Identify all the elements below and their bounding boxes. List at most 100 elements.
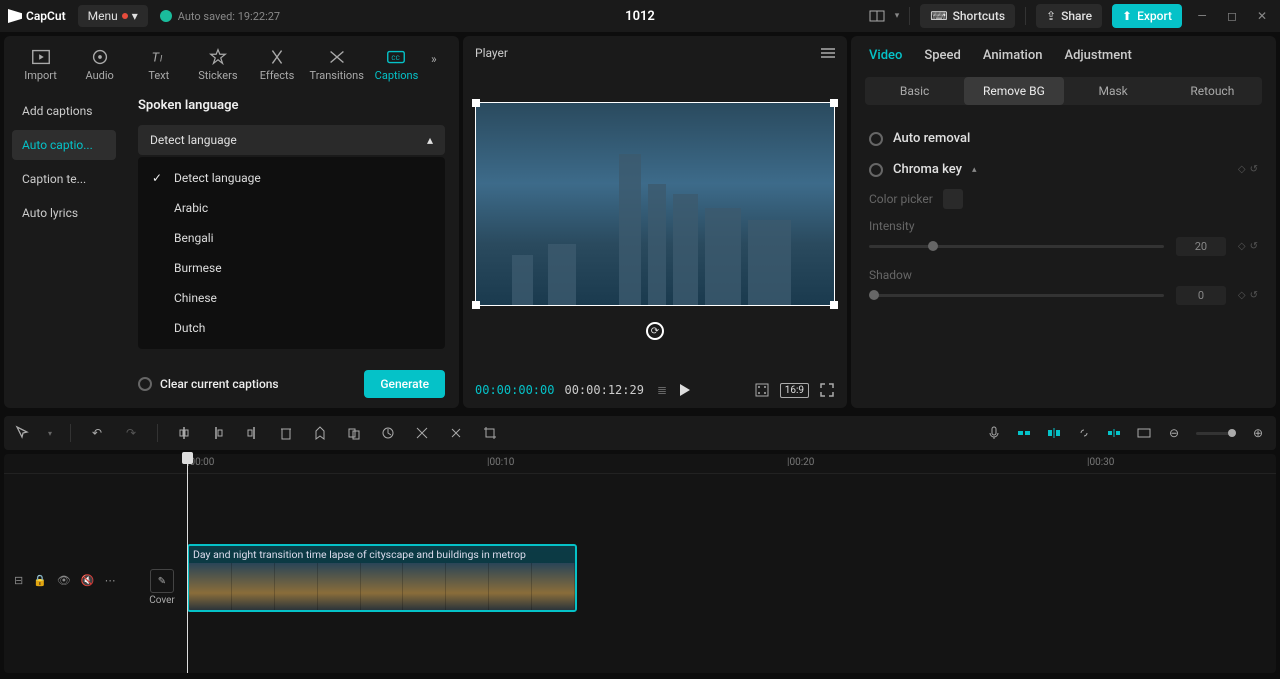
language-option[interactable]: Arabic xyxy=(138,193,445,223)
app-logo: CapCut xyxy=(8,9,66,23)
tab-speed[interactable]: Speed xyxy=(924,48,960,63)
subtab-mask[interactable]: Mask xyxy=(1064,77,1163,105)
cover-button[interactable]: ✎ Cover xyxy=(144,569,180,606)
zoom-slider[interactable] xyxy=(1196,432,1236,435)
play-button[interactable] xyxy=(680,384,690,396)
tab-transitions[interactable]: Transitions xyxy=(308,42,366,88)
sidebar-item-caption-templates[interactable]: Caption te... xyxy=(12,164,116,194)
sidebar-item-auto-captions[interactable]: Auto captio... xyxy=(12,130,116,160)
reset-icon[interactable]: ↺ xyxy=(1250,241,1258,252)
resize-handle[interactable] xyxy=(472,99,480,107)
rotate-handle[interactable]: ⟳ xyxy=(646,322,664,340)
clear-captions-checkbox[interactable]: Clear current captions xyxy=(138,377,279,391)
tab-captions[interactable]: CCCaptions xyxy=(368,42,425,88)
undo-icon[interactable]: ↶ xyxy=(89,425,105,441)
export-button[interactable]: ⬆ Export xyxy=(1112,4,1182,28)
reset-icon[interactable]: ↺ xyxy=(1250,290,1258,301)
main-track-magnet-icon[interactable] xyxy=(1016,425,1032,441)
language-option[interactable]: Dutch xyxy=(138,313,445,343)
chroma-key-toggle[interactable]: Chroma key ▴ ◇ ↺ xyxy=(869,154,1258,185)
redo-icon[interactable]: ↷ xyxy=(123,425,139,441)
timeline[interactable]: |00:00 |00:10 |00:20 |00:30 ⊟ 🔒 👁 🔇 ⋯ ✎ … xyxy=(4,454,1276,673)
mirror-icon[interactable] xyxy=(414,425,430,441)
minimize-button[interactable]: — xyxy=(1192,6,1212,26)
language-option[interactable]: Chinese xyxy=(138,283,445,313)
list-icon[interactable]: ≣ xyxy=(654,382,670,398)
maximize-button[interactable]: ◻ xyxy=(1222,6,1242,26)
tab-animation[interactable]: Animation xyxy=(983,48,1043,63)
chevron-down-icon[interactable]: ▾ xyxy=(895,11,900,21)
effects-icon xyxy=(266,48,288,66)
subtab-retouch[interactable]: Retouch xyxy=(1163,77,1262,105)
video-clip[interactable]: Day and night transition time lapse of c… xyxy=(187,544,577,612)
delete-left-icon[interactable] xyxy=(210,425,226,441)
generate-button[interactable]: Generate xyxy=(364,370,445,398)
timeline-ruler[interactable]: |00:00 |00:10 |00:20 |00:30 xyxy=(4,454,1276,474)
more-icon[interactable]: ⋯ xyxy=(105,574,116,587)
share-button[interactable]: ⇪ Share xyxy=(1036,4,1102,28)
reset-icon[interactable]: ↺ xyxy=(1250,164,1258,175)
tab-text[interactable]: TIText xyxy=(130,42,187,88)
rotate-icon[interactable] xyxy=(448,425,464,441)
selection-tool-icon[interactable] xyxy=(14,425,30,441)
zoom-out-icon[interactable]: ⊖ xyxy=(1166,425,1182,441)
fullscreen-icon[interactable] xyxy=(819,382,835,398)
language-dropdown[interactable]: Detect language ▴ xyxy=(138,125,445,155)
collapse-track-icon[interactable]: ⊟ xyxy=(14,574,23,587)
record-audio-icon[interactable] xyxy=(986,425,1002,441)
playhead[interactable] xyxy=(187,454,188,673)
auto-snap-icon[interactable] xyxy=(1046,425,1062,441)
subtab-removebg[interactable]: Remove BG xyxy=(964,77,1063,105)
resize-handle[interactable] xyxy=(830,99,838,107)
expand-tabs-button[interactable]: » xyxy=(427,42,451,76)
eye-icon[interactable]: 👁 xyxy=(57,574,71,587)
intensity-value[interactable]: 20 xyxy=(1176,237,1226,256)
delete-right-icon[interactable] xyxy=(244,425,260,441)
reverse-icon[interactable] xyxy=(380,425,396,441)
language-option[interactable]: Detect language xyxy=(138,163,445,193)
marker-icon[interactable] xyxy=(312,425,328,441)
sidebar-item-add-captions[interactable]: Add captions xyxy=(12,96,116,126)
freeze-icon[interactable] xyxy=(346,425,362,441)
tab-stickers[interactable]: Stickers xyxy=(189,42,246,88)
tab-video[interactable]: Video xyxy=(869,48,902,63)
tab-import[interactable]: Import xyxy=(12,42,69,88)
subtab-basic[interactable]: Basic xyxy=(865,77,964,105)
tab-adjustment[interactable]: Adjustment xyxy=(1064,48,1131,63)
lock-icon[interactable]: 🔒 xyxy=(33,574,47,587)
chevron-down-icon[interactable]: ▾ xyxy=(48,429,52,438)
shortcuts-button[interactable]: ⌨ Shortcuts xyxy=(920,4,1015,28)
color-picker-row[interactable]: Color picker xyxy=(869,185,1258,219)
player-canvas[interactable] xyxy=(475,102,835,306)
keyframe-icon[interactable]: ◇ xyxy=(1238,290,1246,301)
mute-icon[interactable]: 🔇 xyxy=(81,574,95,587)
zoom-in-icon[interactable]: ⊕ xyxy=(1250,425,1266,441)
aspect-ratio-button[interactable]: 16:9 xyxy=(780,383,809,398)
language-option[interactable]: Burmese xyxy=(138,253,445,283)
player-menu-button[interactable] xyxy=(821,48,835,58)
keyframe-icon[interactable]: ◇ xyxy=(1238,164,1246,175)
tab-audio[interactable]: Audio xyxy=(71,42,128,88)
sidebar-item-auto-lyrics[interactable]: Auto lyrics xyxy=(12,198,116,228)
resize-handle[interactable] xyxy=(830,301,838,309)
checkbox-icon xyxy=(138,377,152,391)
delete-icon[interactable] xyxy=(278,425,294,441)
shadow-value[interactable]: 0 xyxy=(1176,286,1226,305)
auto-removal-toggle[interactable]: Auto removal xyxy=(869,123,1258,154)
linkage-icon[interactable] xyxy=(1076,425,1092,441)
split-icon[interactable] xyxy=(176,425,192,441)
intensity-slider[interactable] xyxy=(869,245,1164,248)
resize-handle[interactable] xyxy=(472,301,480,309)
tab-effects[interactable]: Effects xyxy=(248,42,305,88)
preview-axis-icon[interactable] xyxy=(1106,425,1122,441)
menu-button[interactable]: Menu ▾ xyxy=(78,5,148,27)
color-swatch[interactable] xyxy=(943,189,963,209)
crop-icon[interactable] xyxy=(754,382,770,398)
clip-preview-icon[interactable] xyxy=(1136,425,1152,441)
shadow-slider[interactable] xyxy=(869,294,1164,297)
language-option[interactable]: Bengali xyxy=(138,223,445,253)
keyframe-icon[interactable]: ◇ xyxy=(1238,241,1246,252)
close-button[interactable]: ✕ xyxy=(1252,6,1272,26)
crop-tool-icon[interactable] xyxy=(482,425,498,441)
layout-icon[interactable] xyxy=(869,8,885,24)
